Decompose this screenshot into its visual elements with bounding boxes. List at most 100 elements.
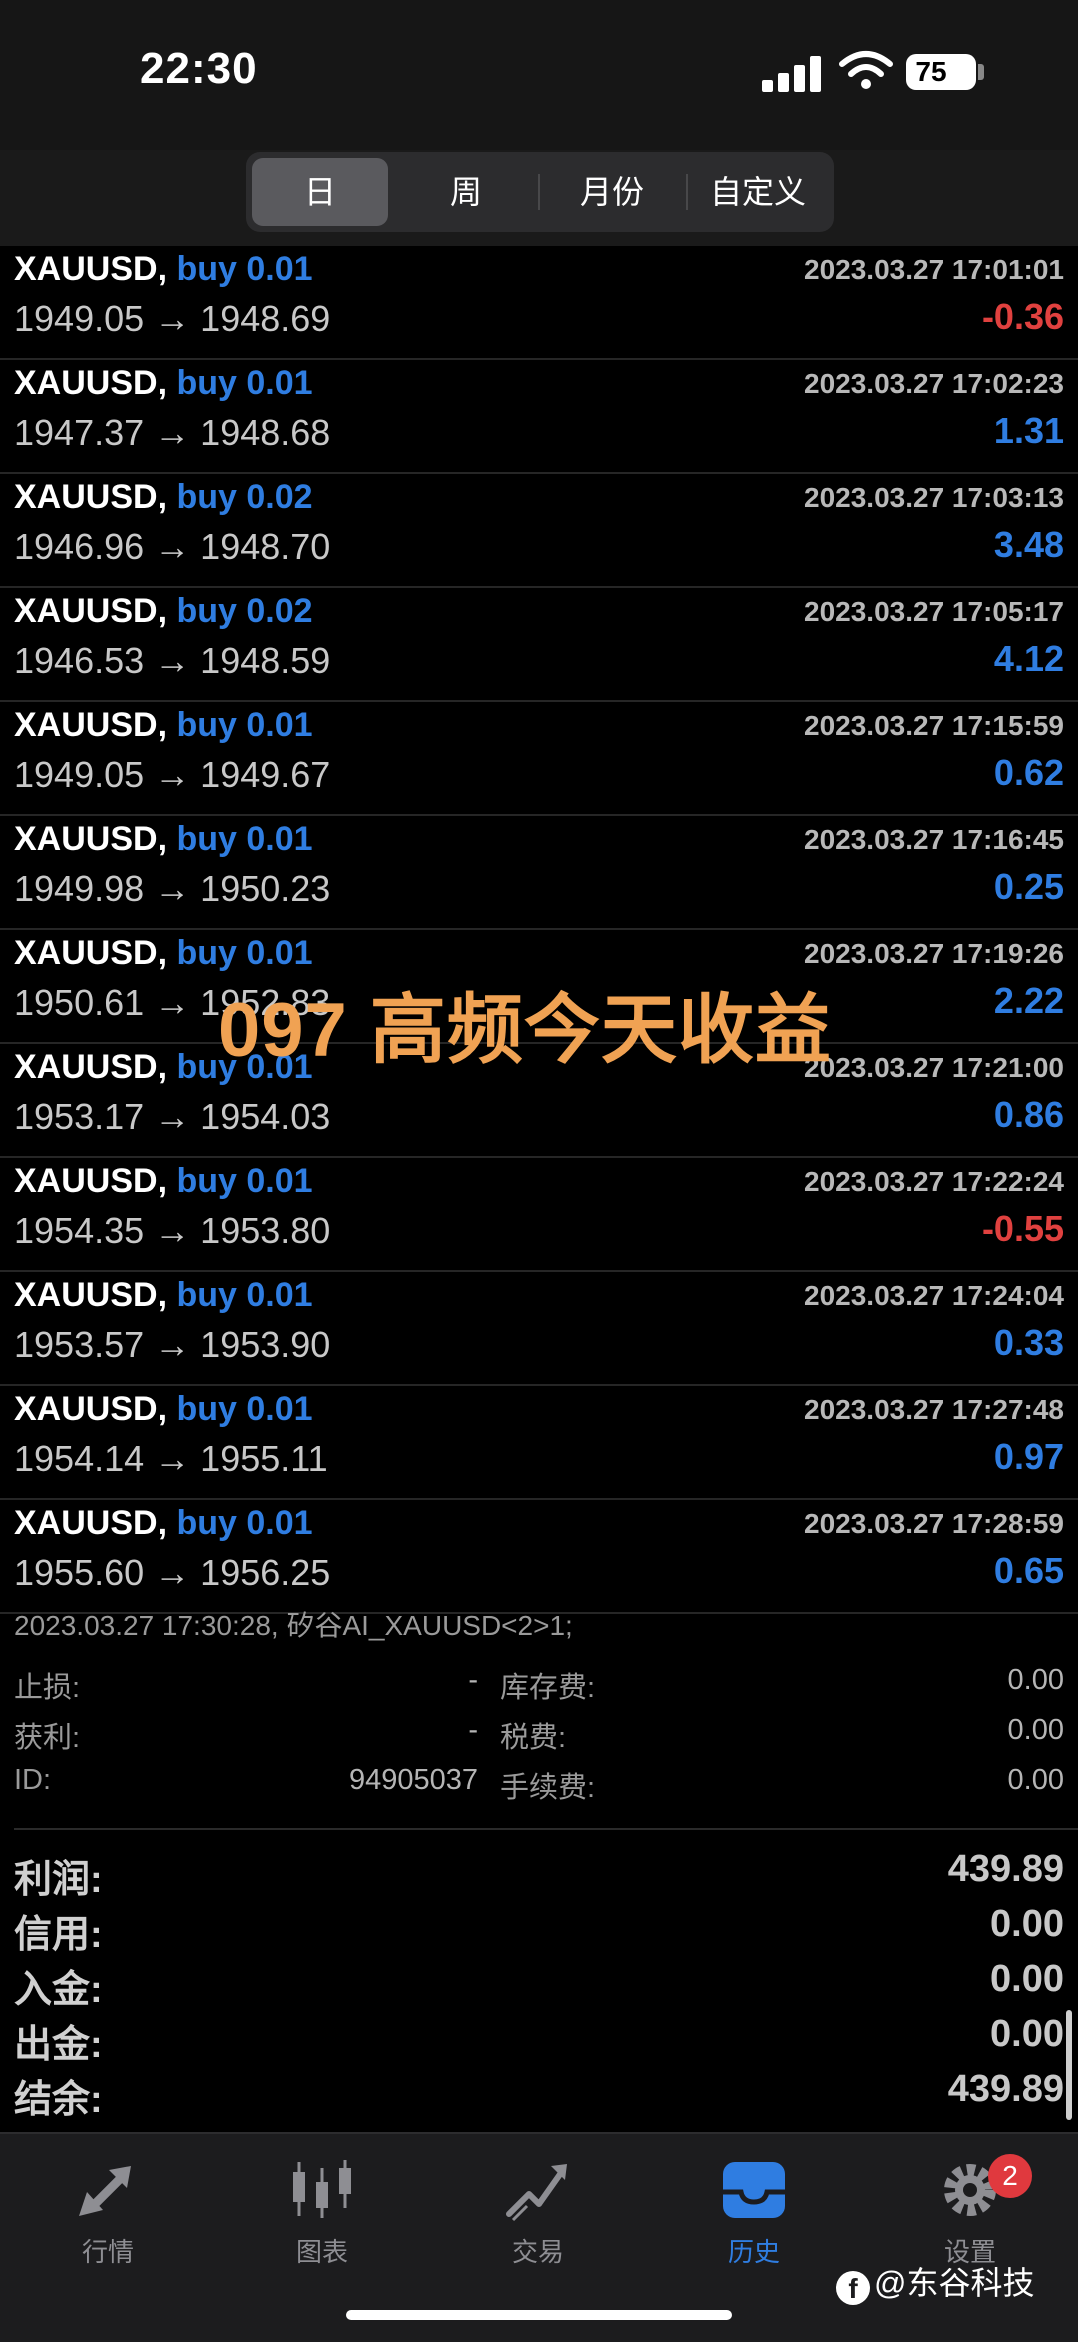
trade-close-price: 1950.23 [200, 868, 331, 909]
price-arrow-icon: → [154, 1210, 191, 1251]
price-arrow-icon: → [154, 982, 191, 1023]
trade-row[interactable]: XAUUSD, buy 0.01 2023.03.27 17:02:23 1947.… [0, 360, 1078, 474]
trade-row[interactable]: XAUUSD, buy 0.01 2023.03.27 17:22:24 1954.… [0, 1158, 1078, 1272]
battery-tip [978, 64, 984, 80]
summary-balance-label: 结余: [14, 2079, 103, 2121]
trade-row[interactable]: XAUUSD, buy 0.01 2023.03.27 17:24:04 1953.… [0, 1272, 1078, 1386]
cellular-signal-icon [762, 56, 824, 92]
trade-profit: 1.31 [993, 410, 1064, 451]
scrollbar[interactable] [1066, 2010, 1072, 2120]
period-day-tab[interactable]: 日 [252, 158, 388, 226]
summary-withdraw-value: 0.00 [990, 2013, 1064, 2055]
period-week-tab[interactable]: 周 [394, 158, 538, 226]
trade-history-list: XAUUSD, buy 0.01 2023.03.27 17:01:01 1949.… [0, 246, 1078, 1614]
trade-symbol: XAUUSD, buy 0.01 [14, 1504, 313, 1543]
trade-open-price: 1949.05 [14, 754, 145, 795]
period-custom-tab[interactable]: 自定义 [688, 158, 828, 226]
summary-deposit-value: 0.00 [990, 1958, 1064, 2000]
trade-profit: -0.36 [981, 296, 1064, 337]
trade-open-price: 1953.57 [14, 1324, 145, 1365]
trade-datetime: 2023.03.27 17:21:00 [804, 1052, 1064, 1083]
summary-credit-value: 0.00 [990, 1903, 1064, 1945]
trade-row[interactable]: XAUUSD, buy 0.02 2023.03.27 17:03:13 1946.… [0, 474, 1078, 588]
trade-profit: 0.65 [993, 1550, 1064, 1591]
trade-row[interactable]: XAUUSD, buy 0.01 2023.03.27 17:16:45 1949.… [0, 816, 1078, 930]
tab-history-label: 历史 [727, 2237, 780, 2267]
trade-row[interactable]: XAUUSD, buy 0.01 2023.03.27 17:01:01 1949.… [0, 246, 1078, 360]
commission-value: 0.00 [1007, 1764, 1064, 1796]
trade-symbol: XAUUSD, buy 0.02 [14, 592, 313, 631]
trade-datetime: 2023.03.27 17:02:23 [804, 368, 1064, 399]
trade-side-volume: buy 0.01 [176, 934, 313, 972]
trade-side-volume: buy 0.01 [176, 1162, 313, 1200]
price-arrow-icon: → [154, 640, 191, 681]
trade-close-price: 1953.80 [200, 1210, 331, 1251]
tab-trade[interactable]: 交易 [468, 2156, 608, 2306]
trade-open-price: 1950.61 [14, 982, 145, 1023]
trade-close-price: 1954.03 [200, 1096, 331, 1137]
selected-trade-header[interactable]: 2023.03.27 17:30:28, 矽谷AI_XAUUSD<2>1; [14, 1604, 573, 1644]
stop-loss-value: - [468, 1664, 478, 1696]
period-bar: 日 周 月份 自定义 [0, 150, 1078, 246]
trade-symbol: XAUUSD, buy 0.01 [14, 820, 313, 859]
trade-symbol: XAUUSD, buy 0.01 [14, 1162, 313, 1201]
trade-profit: 2.22 [993, 980, 1064, 1021]
price-arrow-icon: → [154, 298, 191, 339]
take-profit-value: - [468, 1714, 478, 1746]
trade-symbol: XAUUSD, buy 0.01 [14, 1276, 313, 1315]
commission-label: 手续费: [500, 1772, 596, 1804]
trade-symbol-text: XAUUSD, [14, 1390, 168, 1428]
summary-withdraw-label: 出金: [14, 2024, 103, 2066]
trade-profit: -0.55 [981, 1208, 1064, 1249]
tab-quotes[interactable]: 行情 [38, 2156, 178, 2306]
trade-prices: 1954.14 → 1955.11 [14, 1438, 328, 1480]
trade-prices: 1954.35 → 1953.80 [14, 1210, 330, 1252]
tab-trade-label: 交易 [511, 2237, 564, 2267]
trade-prices: 1955.60 → 1956.25 [14, 1552, 330, 1594]
trade-open-price: 1947.37 [14, 412, 145, 453]
tab-history[interactable]: 历史 [684, 2156, 824, 2306]
trade-close-price: 1948.69 [200, 298, 331, 339]
trade-close-price: 1956.25 [200, 1552, 331, 1593]
trade-open-price: 1949.05 [14, 298, 145, 339]
tab-quotes-label: 行情 [81, 2237, 134, 2267]
trade-open-price: 1953.17 [14, 1096, 145, 1137]
trade-open-price: 1955.60 [14, 1552, 145, 1593]
source-credit: f @东谷科技 [836, 2258, 1035, 2305]
home-indicator [346, 2310, 732, 2320]
stop-loss-label: 止损: [14, 1672, 81, 1704]
trade-prices: 1953.17 → 1954.03 [14, 1096, 330, 1138]
period-segmented-control: 日 周 月份 自定义 [246, 152, 834, 232]
trade-row[interactable]: XAUUSD, buy 0.01 2023.03.27 17:15:59 1949.… [0, 702, 1078, 816]
summary-deposit-label: 入金: [14, 1969, 103, 2011]
trade-side-volume: buy 0.02 [176, 592, 313, 630]
overlay-caption: 097 高频今天收益 [218, 988, 832, 1073]
trade-profit: 0.62 [993, 752, 1064, 793]
trade-datetime: 2023.03.27 17:28:59 [804, 1508, 1064, 1539]
summary-profit-label: 利润: [14, 1859, 103, 1901]
trade-row[interactable]: XAUUSD, buy 0.01 2023.03.27 17:27:48 1954.… [0, 1386, 1078, 1500]
source-credit-text: @东谷科技 [874, 2265, 1035, 2301]
tab-charts[interactable]: 图表 [252, 2156, 392, 2306]
trade-side-volume: buy 0.01 [176, 706, 313, 744]
trade-profit: 0.25 [993, 866, 1064, 907]
trade-prices: 1949.05 → 1948.69 [14, 298, 330, 340]
section-divider [14, 1828, 1078, 1830]
trade-symbol-text: XAUUSD, [14, 1504, 168, 1542]
summary-balance-value: 439.89 [947, 2068, 1064, 2110]
trade-profit: 3.48 [993, 524, 1064, 565]
trade-datetime: 2023.03.27 17:24:04 [804, 1280, 1064, 1311]
id-value: 94905037 [348, 1764, 478, 1796]
summary-credit-label: 信用: [14, 1914, 103, 1956]
trade-side-volume: buy 0.01 [176, 1276, 313, 1314]
trade-prices: 1953.57 → 1953.90 [14, 1324, 330, 1366]
period-month-tab[interactable]: 月份 [540, 158, 684, 226]
trade-row[interactable]: XAUUSD, buy 0.01 2023.03.27 17:28:59 1955.… [0, 1500, 1078, 1614]
trade-open-price: 1946.96 [14, 526, 145, 567]
battery-icon: 75 [906, 54, 976, 90]
trade-datetime: 2023.03.27 17:16:45 [804, 824, 1064, 855]
trade-row[interactable]: XAUUSD, buy 0.02 2023.03.27 17:05:17 1946.… [0, 588, 1078, 702]
tax-label: 税费: [500, 1722, 567, 1754]
trade-symbol-text: XAUUSD, [14, 820, 168, 858]
trade-symbol-text: XAUUSD, [14, 1048, 168, 1086]
